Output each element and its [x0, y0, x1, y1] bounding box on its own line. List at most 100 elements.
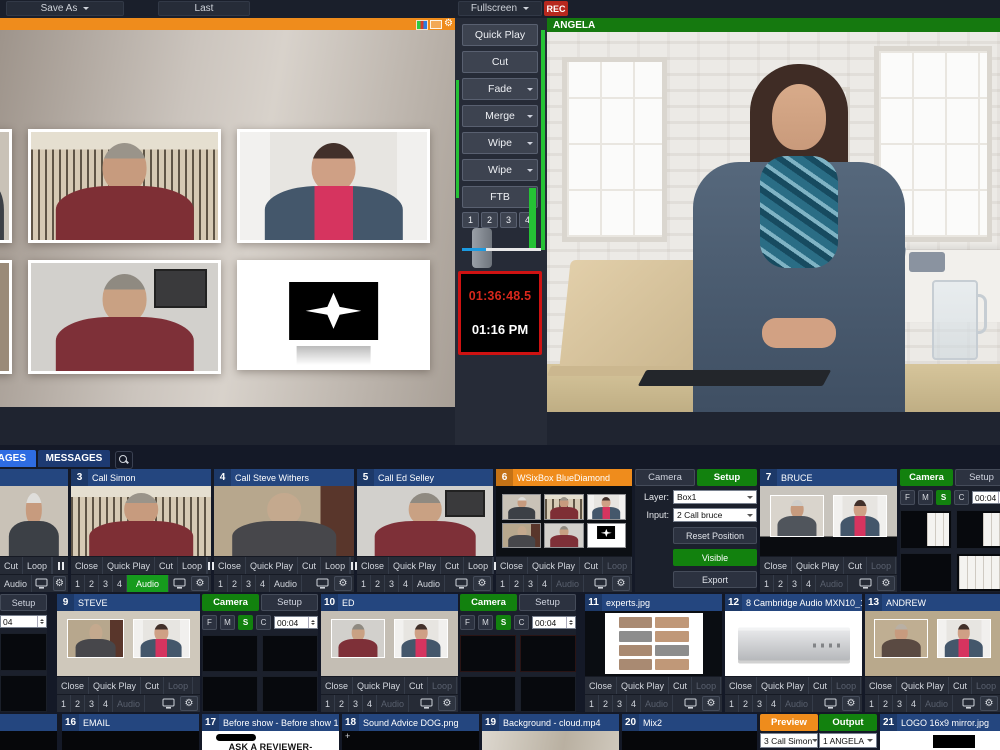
loop-button[interactable]: Loop [603, 557, 633, 574]
tab-setup[interactable]: Setup [519, 594, 576, 611]
quick-play-button[interactable]: Quick Play [792, 557, 845, 574]
audio-button[interactable]: Audio [641, 695, 674, 712]
overlay-4-button[interactable]: 4 [113, 575, 127, 592]
overlay-3-button[interactable]: 3 [788, 575, 802, 592]
input-header[interactable]: 17 Before show - Before show 1.jpg [202, 714, 339, 731]
f-button[interactable]: F [460, 615, 475, 630]
quick-play-button[interactable]: Quick Play [89, 677, 142, 694]
overlay-2-button[interactable]: 2 [481, 212, 498, 228]
overlay-4-button[interactable]: 4 [627, 695, 641, 712]
cut-button[interactable]: Cut [580, 557, 604, 574]
overlay-4-button[interactable]: 4 [256, 575, 270, 592]
fullscreen-button[interactable]: Fullscreen [458, 1, 542, 16]
cut-button[interactable]: Cut [141, 677, 165, 694]
rec-button[interactable]: REC [544, 1, 568, 16]
preview-title-bar[interactable] [0, 18, 455, 30]
overlay-3-button[interactable]: 3 [385, 575, 399, 592]
thumbnail-black[interactable] [0, 731, 57, 750]
quick-play-button[interactable]: Quick Play [246, 557, 299, 574]
duration-stepper[interactable]: 00:04 [532, 616, 576, 629]
monitor-icon[interactable] [32, 575, 51, 592]
preset-thumbnail[interactable] [0, 674, 47, 712]
gear-icon[interactable]: ⚙ [180, 696, 198, 711]
input-tile-bruce[interactable]: 7 BRUCE Close Quick Play Cut Loop 1 2 3 … [760, 469, 897, 592]
c-button[interactable]: C [256, 615, 271, 630]
s-button[interactable]: S [238, 615, 253, 630]
overlay-1-button[interactable]: 1 [496, 575, 510, 592]
gear-icon[interactable]: ⚙ [444, 18, 453, 30]
gear-icon[interactable]: ⚙ [980, 696, 998, 711]
close-button[interactable]: Close [585, 677, 618, 694]
loop-button[interactable]: Loop [164, 677, 194, 694]
close-button[interactable]: Close [865, 677, 898, 694]
overlay-2-button[interactable]: 2 [335, 695, 349, 712]
tab-messages[interactable]: MESSAGES [38, 450, 110, 467]
overlay-2-button[interactable]: 2 [879, 695, 893, 712]
duration-stepper[interactable]: 00:04 [972, 491, 1000, 504]
quick-play-button[interactable]: Quick Play [353, 677, 406, 694]
close-button[interactable]: Close [357, 557, 390, 574]
loop-button[interactable]: Loop [23, 557, 53, 574]
thumbnail-ed-set[interactable] [321, 611, 458, 676]
close-button[interactable]: Close [760, 557, 793, 574]
gear-icon[interactable]: ⚙ [702, 696, 720, 711]
s-button[interactable]: S [936, 490, 951, 505]
transition-cut-button[interactable]: Cut [462, 51, 538, 73]
preset-thumbnail[interactable] [0, 633, 47, 671]
quick-play-button[interactable]: Quick Play [389, 557, 442, 574]
overlay-4-button[interactable]: 4 [767, 695, 781, 712]
preset-thumbnail[interactable] [520, 675, 576, 712]
input-tile-partial-3[interactable] [0, 714, 57, 750]
thumbnail-mix2[interactable] [622, 731, 757, 750]
audio-button[interactable]: Audio [127, 575, 170, 592]
reset-position-button[interactable]: Reset Position [673, 527, 757, 544]
thumbnail-call-simon[interactable] [71, 486, 211, 556]
input-tile-before-show[interactable]: 17 Before show - Before show 1.jpg ASK A… [202, 714, 339, 750]
overlay-1-button[interactable]: 1 [71, 575, 85, 592]
cut-button[interactable]: Cut [298, 557, 322, 574]
close-button[interactable]: Close [725, 677, 758, 694]
cut-button[interactable]: Cut [155, 557, 179, 574]
overlay-3-button[interactable]: 3 [242, 575, 256, 592]
preset-thumbnail[interactable] [202, 635, 258, 672]
transition-wipe-button[interactable]: Wipe [462, 132, 538, 154]
overlay-3-button[interactable]: 3 [99, 575, 113, 592]
mix-output-select[interactable]: 1 ANGELA [819, 733, 877, 748]
input-header[interactable]: 19 Background - cloud.mp4 [482, 714, 619, 731]
mix-output-tab[interactable]: Output [819, 714, 877, 731]
gear-icon[interactable]: ⚙ [334, 576, 352, 591]
loop-button[interactable]: Loop [832, 677, 862, 694]
input-header[interactable]: 3 Call Simon [71, 469, 211, 486]
audio-button[interactable]: Audio [781, 695, 814, 712]
input-tile-cambridge-audio[interactable]: 12 8 Cambridge Audio MXN10_1.jpg Close Q… [725, 594, 862, 712]
input-tile-wsixbox[interactable]: 6 WSixBox BlueDiamond Close Quick Play C… [496, 469, 633, 592]
overlay-2-button[interactable]: 2 [228, 575, 242, 592]
close-button[interactable]: Close [321, 677, 354, 694]
input-tile-ed[interactable]: 10 ED Close Quick Play Cut Loop 1 2 3 4 … [321, 594, 458, 712]
overlay-3-button[interactable]: 3 [753, 695, 767, 712]
transition-merge-button[interactable]: Merge [462, 105, 538, 127]
loop-button[interactable]: Loop [692, 677, 722, 694]
gear-icon[interactable]: ⚙ [473, 576, 491, 591]
preview-canvas[interactable] [0, 30, 455, 407]
monitor-icon[interactable] [591, 575, 610, 592]
preset-thumbnail[interactable] [460, 675, 516, 712]
monitor-icon[interactable] [821, 695, 840, 712]
audio-button[interactable]: Audio [552, 575, 585, 592]
tab-setup[interactable]: Setup [955, 469, 1000, 486]
preset-thumbnail[interactable] [262, 635, 318, 672]
overlay-2-button[interactable]: 2 [510, 575, 524, 592]
overlay-4-button[interactable]: 4 [802, 575, 816, 592]
cut-button[interactable]: Cut [809, 677, 833, 694]
overlay-3-button[interactable]: 3 [349, 695, 363, 712]
quick-play-button[interactable]: Quick Play [897, 677, 950, 694]
preset-thumbnail[interactable] [202, 675, 258, 712]
overlay-3-button[interactable]: 3 [893, 695, 907, 712]
input-header[interactable]: 4 Call Steve Withers [214, 469, 354, 486]
export-button[interactable]: Export [673, 571, 757, 588]
cut-button[interactable]: Cut [844, 557, 868, 574]
input-header[interactable]: 11 experts.jpg [585, 594, 722, 611]
input-tile-call-ed-selley[interactable]: 5 Call Ed Selley Close Quick Play Cut Lo… [357, 469, 501, 592]
overlay-3-button[interactable]: 3 [500, 212, 517, 228]
input-tile-partial[interactable]: Cut Loop Audio ⚙ [0, 469, 68, 592]
